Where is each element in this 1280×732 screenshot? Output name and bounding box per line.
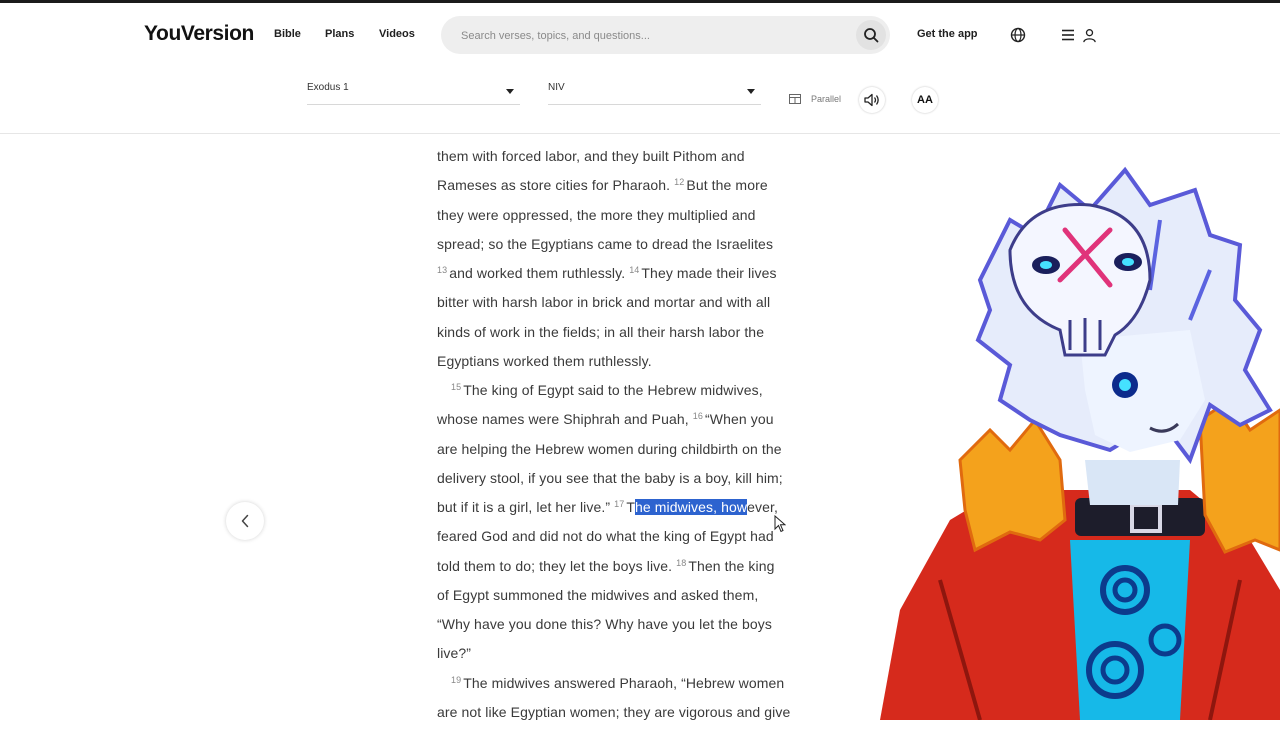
- menu-icon: [1062, 29, 1074, 41]
- text-line: them with forced labor, and they built P…: [437, 148, 745, 164]
- chevron-down-icon: [506, 89, 514, 94]
- version-value: NIV: [548, 82, 565, 93]
- font-size-button[interactable]: AA: [912, 87, 938, 113]
- youversion-logo[interactable]: YouVersion: [144, 22, 254, 46]
- user-icon: [1082, 28, 1096, 42]
- text-line: of Egypt summoned the midwives and asked…: [437, 586, 759, 603]
- verse-number: 12: [674, 177, 685, 188]
- selected-text[interactable]: he midwives, how: [635, 499, 748, 515]
- text-line: Egyptians worked them ruthlessly.: [437, 352, 652, 369]
- profile-button[interactable]: [1078, 25, 1100, 45]
- audio-button[interactable]: [859, 87, 885, 113]
- parallel-toggle[interactable]: Parallel: [789, 94, 841, 104]
- search-button[interactable]: [856, 20, 886, 50]
- audio-icon: [864, 93, 879, 107]
- text-line: “Why have you done this? Why have you le…: [437, 616, 772, 632]
- verse-number: 16: [692, 411, 703, 422]
- text-line: live?”: [437, 645, 472, 662]
- verse-number: 14: [629, 265, 640, 275]
- mouse-cursor: [774, 515, 786, 533]
- text-line: told them to do; they let the boys live.…: [437, 557, 775, 574]
- verse-number: 15: [451, 382, 462, 392]
- book-chapter-select[interactable]: Exodus 1: [307, 82, 520, 105]
- verse-number: 13: [437, 265, 448, 275]
- search-icon: [864, 28, 879, 43]
- text-line: 13 and worked them ruthlessly. 14 They mad…: [437, 265, 777, 281]
- language-button[interactable]: [1008, 25, 1028, 45]
- nav-plans[interactable]: Plans: [325, 28, 354, 40]
- get-the-app-link[interactable]: Get the app: [917, 28, 978, 40]
- verse-number: 18: [676, 557, 687, 568]
- text-line: they were oppressed, the more they multi…: [437, 206, 756, 223]
- streamer-avatar: [880, 166, 1280, 720]
- text-line: whose names were Shiphrah and Puah, 16 “W…: [437, 411, 774, 428]
- top-border: [0, 0, 1280, 3]
- chapter-text: them with forced labor, and they built P…: [437, 142, 822, 732]
- text-line: are not like Egyptian women; they are vi…: [437, 703, 791, 720]
- globe-icon: [1010, 27, 1026, 43]
- text-line: 19 The midwives answered Pharaoh, “Hebrew…: [451, 674, 785, 691]
- parallel-icon: [789, 94, 801, 104]
- book-chapter-value: Exodus 1: [307, 82, 349, 93]
- nav-videos[interactable]: Videos: [379, 28, 415, 40]
- text-line: kinds of work in the fields; in all thei…: [437, 323, 765, 340]
- nav-bible[interactable]: Bible: [274, 28, 301, 40]
- text-line: 15 The king of Egypt said to the Hebrew m…: [451, 382, 763, 398]
- text-line: delivery stool, if you see that the baby…: [437, 469, 783, 486]
- font-size-label: AA: [917, 94, 933, 106]
- text-line: but if it is a girl, let her live.” 17 Th…: [437, 499, 778, 515]
- text-line: spread; so the Egyptians came to dread t…: [437, 235, 774, 252]
- text-line: are helping the Hebrew women during chil…: [437, 440, 782, 457]
- previous-chapter-button[interactable]: [226, 502, 264, 540]
- text-line: feared God and did not do what the king …: [437, 528, 774, 545]
- parallel-label: Parallel: [811, 94, 842, 104]
- toolbar-divider: [0, 133, 1280, 134]
- menu-button[interactable]: [1058, 25, 1078, 45]
- search-input[interactable]: [459, 16, 853, 56]
- search-bar: [441, 16, 890, 56]
- text-line: Rameses as store cities for Pharaoh. 12 B…: [437, 177, 768, 194]
- verse-number: 17: [614, 499, 625, 509]
- chevron-left-icon: [241, 514, 249, 528]
- chevron-down-icon: [747, 89, 755, 94]
- verse-number: 19: [451, 674, 462, 685]
- text-line: bitter with harsh labor in brick and mor…: [437, 294, 771, 311]
- version-select[interactable]: NIV: [548, 82, 761, 105]
